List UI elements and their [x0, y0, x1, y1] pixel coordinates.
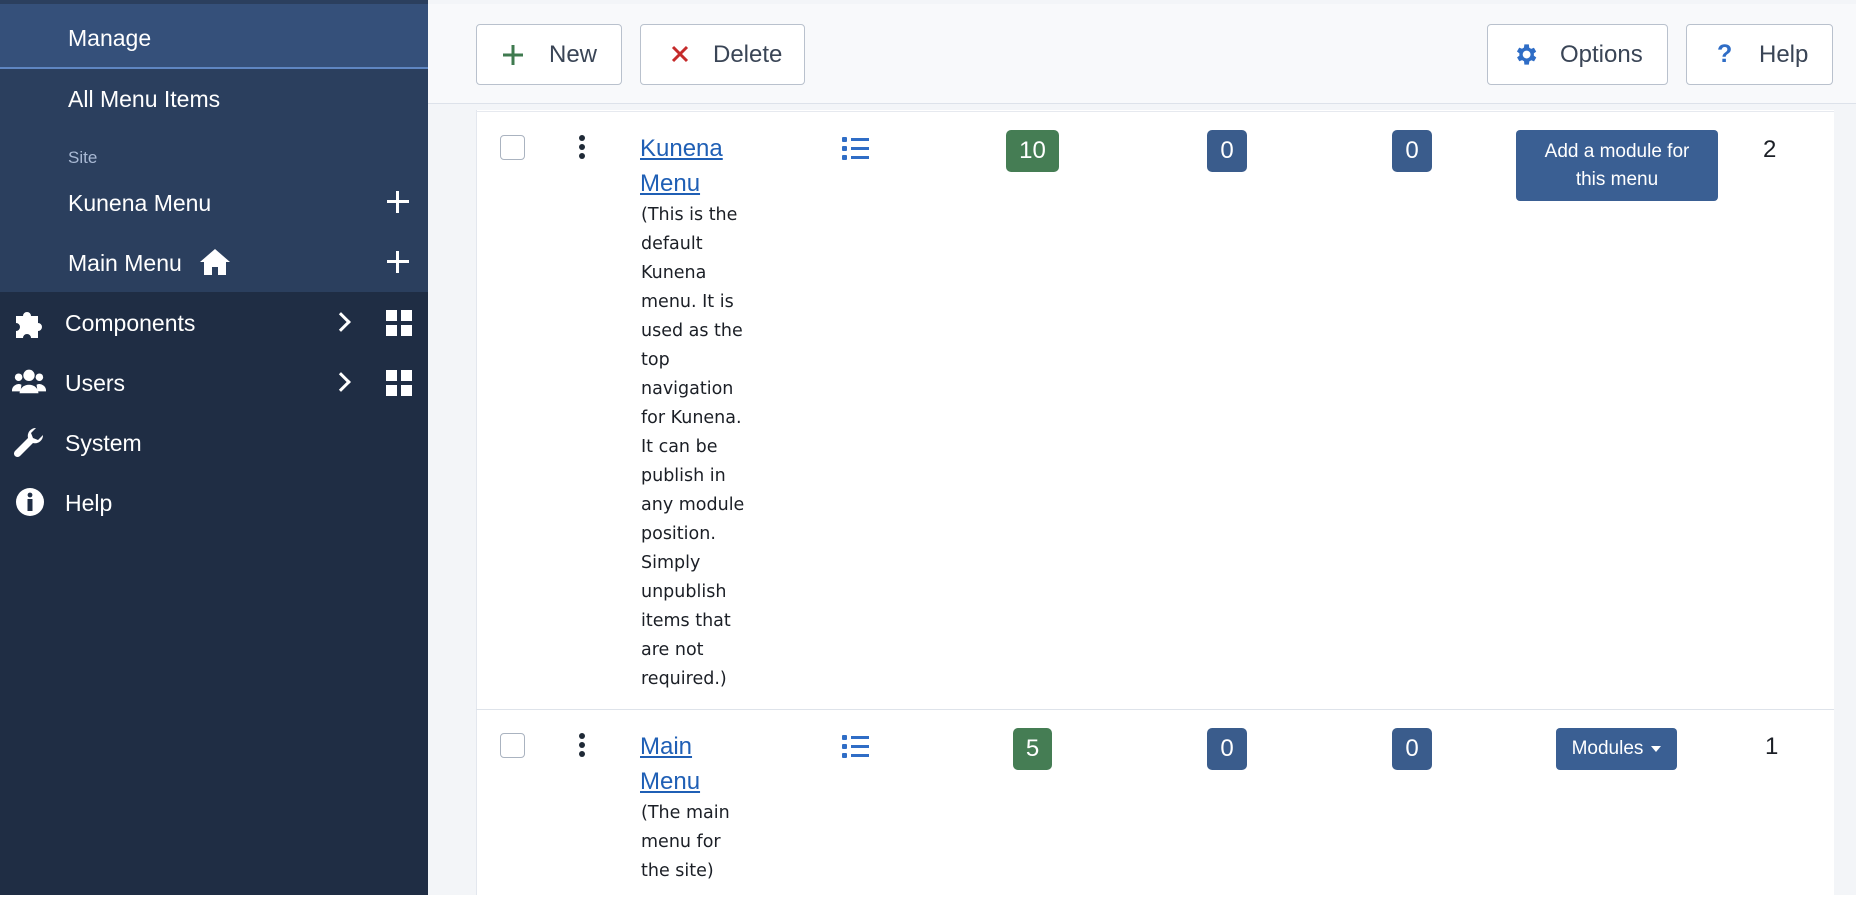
info-icon — [16, 488, 44, 516]
row-checkbox[interactable] — [500, 135, 525, 160]
description-line: any module — [641, 495, 745, 515]
puzzle-icon — [16, 312, 42, 338]
sidebar-item-manage[interactable] — [0, 4, 428, 69]
description-line: menu for — [641, 832, 721, 852]
description-line: (This is the — [641, 205, 738, 225]
plus-icon — [503, 45, 523, 65]
new-button[interactable]: New — [476, 24, 622, 85]
description-line: unpublish — [641, 582, 727, 602]
delete-button-label: Delete — [713, 40, 783, 68]
published-count-badge[interactable]: 10 — [1006, 130, 1059, 172]
users-icon — [12, 369, 46, 394]
caret-down-icon — [1651, 746, 1662, 752]
toolbar: New Delete Options ? Help — [428, 4, 1856, 104]
menu-id: 1 — [1765, 733, 1779, 760]
trashed-count-badge[interactable]: 0 — [1392, 130, 1432, 172]
description-line: It can be — [641, 437, 718, 457]
menu-items-list-icon[interactable] — [842, 137, 869, 161]
description-line: top — [641, 350, 670, 370]
table-divider — [476, 111, 1834, 112]
trashed-count-badge[interactable]: 0 — [1392, 728, 1432, 770]
add-module-label: this menu — [1575, 168, 1659, 190]
published-count-badge[interactable]: 5 — [1013, 728, 1052, 770]
close-icon — [671, 45, 689, 63]
modules-dropdown-button[interactable]: Modules — [1556, 728, 1677, 770]
add-main-menu-item-plus-icon[interactable] — [386, 250, 410, 274]
description-line: for Kunena. — [641, 408, 742, 428]
options-button[interactable]: Options — [1487, 24, 1668, 85]
unpublished-count-badge[interactable]: 0 — [1207, 728, 1247, 770]
menu-title-line[interactable]: Kunena — [640, 131, 750, 166]
menu-items-list-icon[interactable] — [842, 735, 869, 759]
description-line: navigation — [641, 379, 734, 399]
modules-dropdown-label: Modules — [1571, 738, 1644, 759]
new-button-label: New — [549, 40, 598, 68]
chevron-right-icon[interactable] — [331, 372, 351, 392]
description-line: default — [641, 234, 703, 254]
dashboard-grid-icon[interactable] — [386, 310, 412, 336]
add-module-button[interactable]: Add a module for this menu — [1516, 130, 1718, 201]
sidebar: Manage All Menu Items Site Kunena Menu M… — [0, 0, 428, 895]
sidebar-item-help[interactable]: Help — [65, 490, 112, 517]
menu-description: (The main menu for the site) — [641, 799, 753, 886]
add-module-label: Add a module for — [1544, 140, 1690, 162]
description-line: publish in — [641, 466, 726, 486]
sidebar-item-all-menu-items[interactable]: All Menu Items — [68, 86, 220, 113]
menu-title-line[interactable]: Menu — [640, 166, 750, 201]
chevron-right-icon[interactable] — [331, 312, 351, 332]
sidebar-manage-label[interactable]: Manage — [68, 25, 151, 52]
delete-button[interactable]: Delete — [640, 24, 805, 85]
sidebar-item-components[interactable]: Components — [65, 310, 195, 337]
row-checkbox[interactable] — [500, 733, 525, 758]
sidebar-item-system[interactable]: System — [65, 430, 142, 457]
menu-title-line[interactable]: Menu — [640, 764, 750, 799]
gear-icon — [1516, 44, 1537, 65]
menu-title-line[interactable]: Main — [640, 729, 750, 764]
question-icon: ? — [1717, 40, 1733, 68]
menu-id: 2 — [1763, 136, 1777, 163]
description-line: required.) — [641, 669, 727, 689]
description-line: (The main — [641, 803, 730, 823]
unpublished-count-badge[interactable]: 0 — [1207, 130, 1247, 172]
description-line: items that — [641, 611, 731, 631]
menu-title-link[interactable]: Main Menu — [640, 729, 750, 799]
description-line: menu. It is — [641, 292, 734, 312]
help-button[interactable]: ? Help — [1686, 24, 1833, 85]
description-line: the site) — [641, 861, 714, 881]
description-line: Simply — [641, 553, 701, 573]
description-line: used as the — [641, 321, 743, 341]
help-button-label: Help — [1759, 40, 1809, 68]
sidebar-item-main-menu[interactable]: Main Menu — [68, 250, 182, 277]
dashboard-grid-icon[interactable] — [386, 370, 412, 396]
row-actions-kebab-icon[interactable] — [579, 135, 585, 159]
menu-description: (This is the default Kunena menu. It is … — [641, 201, 753, 694]
row-actions-kebab-icon[interactable] — [579, 733, 585, 757]
menu-title-link[interactable]: Kunena Menu — [640, 131, 750, 201]
description-line: Kunena — [641, 263, 707, 283]
table-divider — [476, 709, 1834, 710]
description-line: are not — [641, 640, 704, 660]
sidebar-item-kunena-menu[interactable]: Kunena Menu — [68, 190, 211, 217]
wrench-icon — [13, 427, 44, 458]
description-line: position. — [641, 524, 716, 544]
home-icon — [200, 249, 230, 275]
sidebar-item-users[interactable]: Users — [65, 370, 125, 397]
sidebar-site-heading: Site — [68, 148, 98, 167]
options-button-label: Options — [1560, 40, 1643, 68]
add-kunena-menu-item-plus-icon[interactable] — [386, 190, 410, 214]
